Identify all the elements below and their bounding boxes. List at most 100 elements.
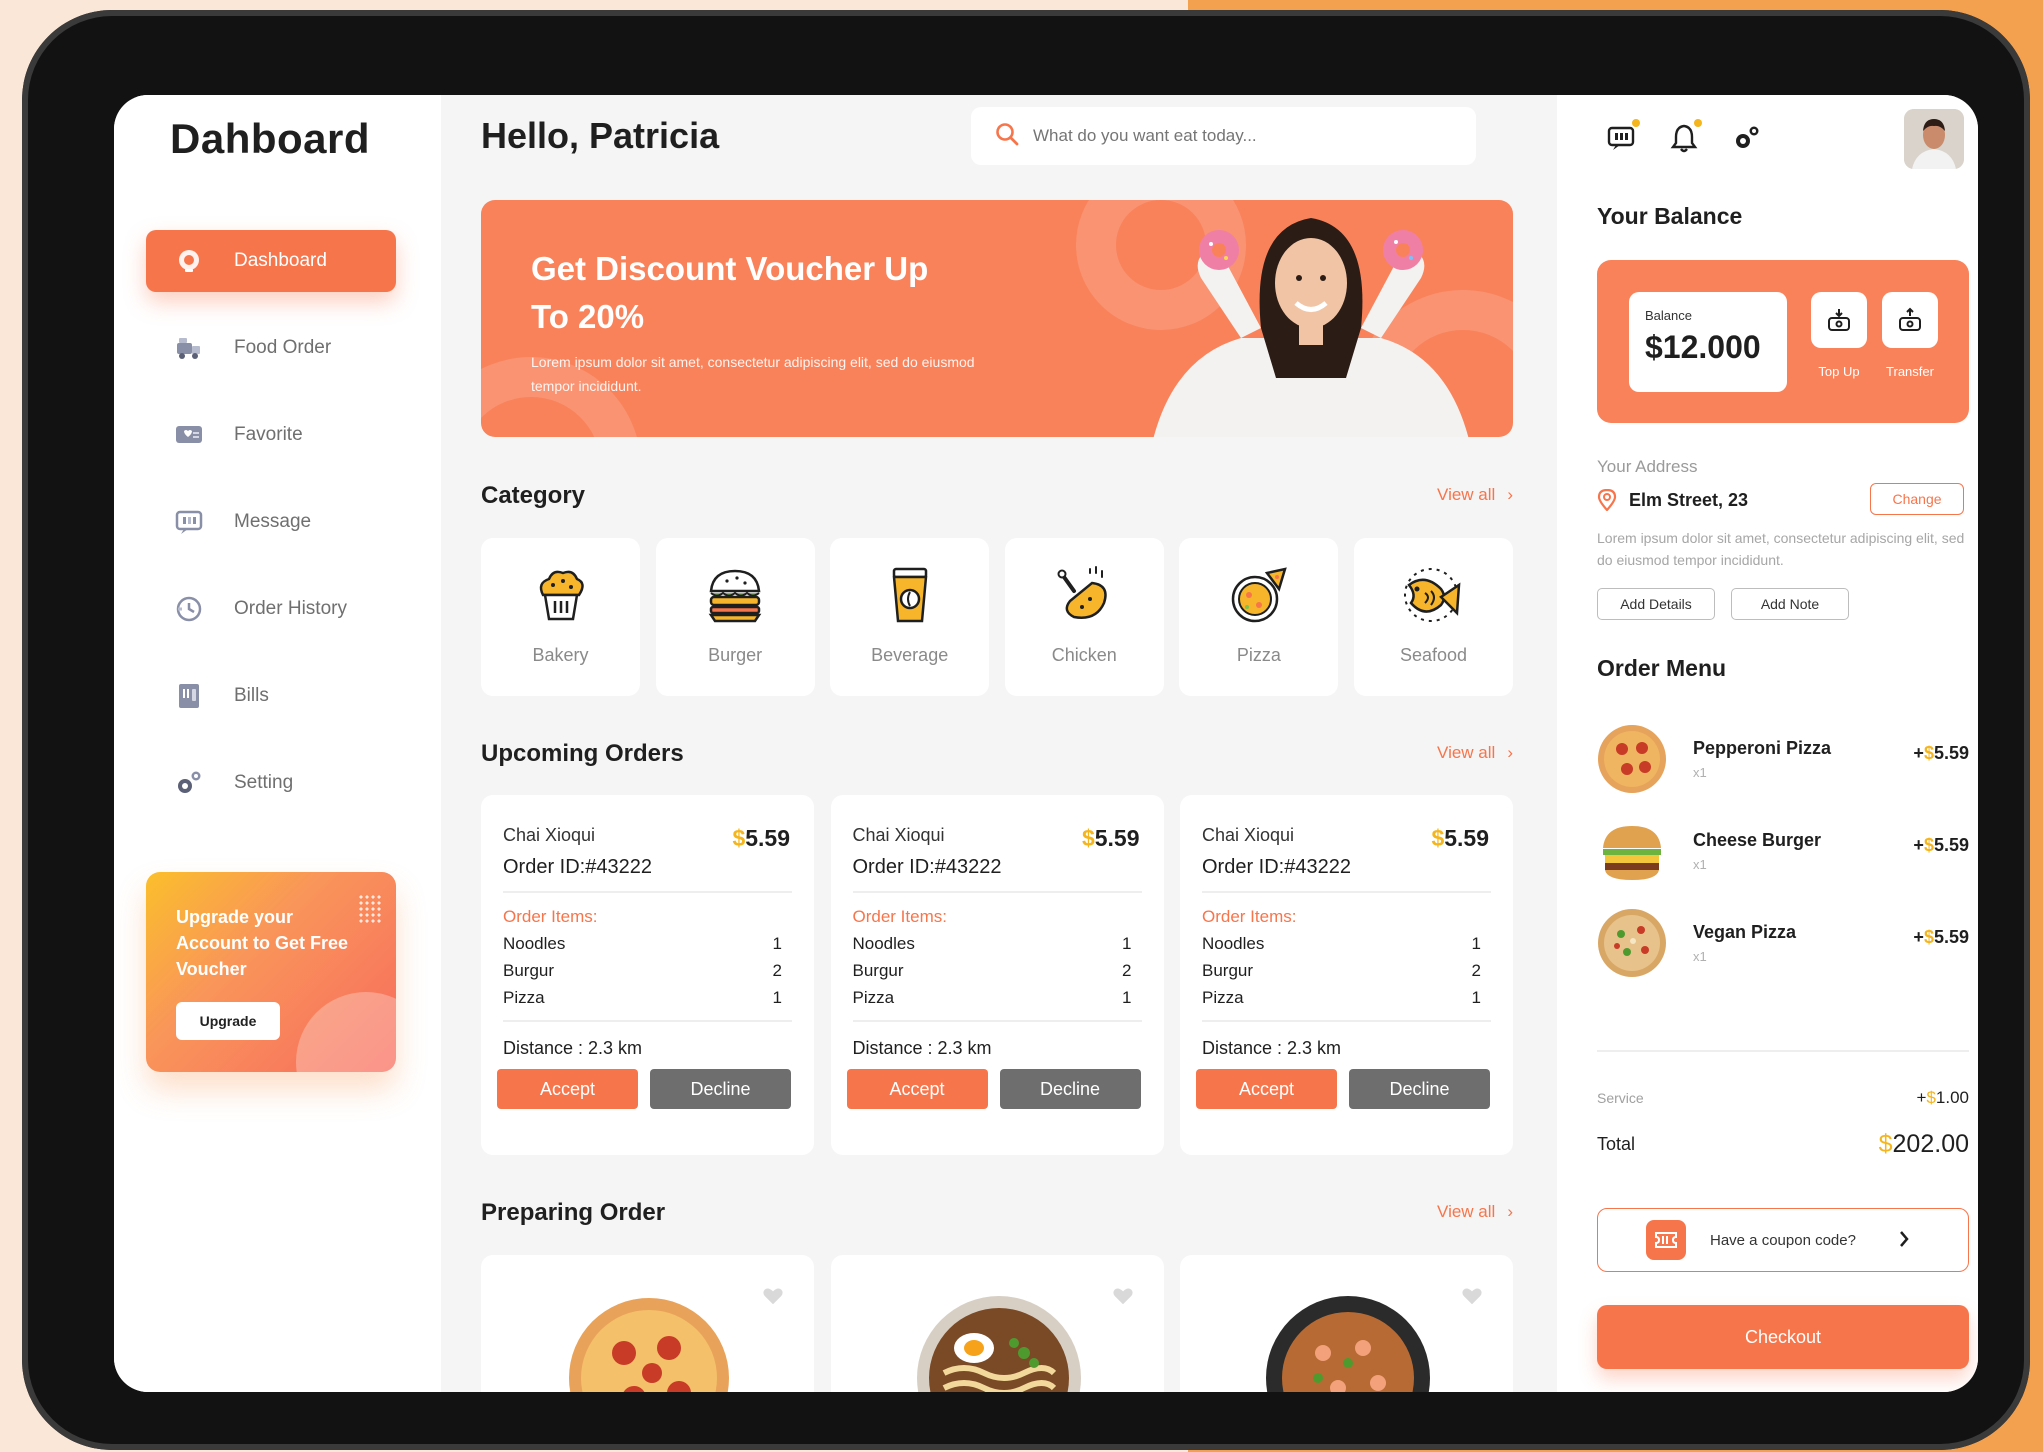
accept-button[interactable]: Accept: [497, 1069, 638, 1109]
accept-button[interactable]: Accept: [1196, 1069, 1337, 1109]
order-card: Chai Xioqui $5.59 Order ID:#43222 Order …: [481, 795, 814, 1155]
category-card-chicken[interactable]: Chicken: [1004, 538, 1164, 696]
banner-subtitle: Lorem ipsum dolor sit amet, consectetur …: [531, 354, 975, 394]
address-description: Lorem ipsum dolor sit amet, consectetur …: [1597, 530, 1965, 568]
change-address-button[interactable]: Change: [1870, 483, 1964, 515]
order-card: Chai Xioqui $5.59 Order ID:#43222 Order …: [1180, 795, 1513, 1155]
gear-icon[interactable]: [1731, 123, 1761, 153]
notification-dot: [1632, 119, 1640, 127]
sidebar-item-message[interactable]: Message: [146, 491, 396, 553]
item-qty: 1: [772, 934, 782, 953]
category-card-burger[interactable]: Burger: [655, 538, 815, 696]
search-input[interactable]: [1033, 126, 1433, 146]
avatar[interactable]: [1904, 109, 1964, 169]
menu-item-qty: x1: [1693, 857, 1707, 872]
burger-icon: [708, 569, 762, 623]
item-name: Noodles: [503, 934, 566, 953]
menu-item[interactable]: Cheese Burger x1 +$5.59: [1597, 805, 1969, 897]
divider: [1597, 1050, 1969, 1052]
order-item-row: Burgur 2: [1202, 961, 1491, 981]
order-price: $5.59: [1082, 825, 1140, 852]
notification-dot: [1694, 119, 1702, 127]
sidebar-item-bills[interactable]: Bills: [146, 665, 396, 727]
sidebar-nav: Dashboard Food Order Favorite Message Or…: [146, 230, 396, 839]
order-distance: Distance : 2.3 km: [852, 1038, 992, 1058]
top-up-button[interactable]: [1811, 292, 1867, 348]
order-actions: Accept Decline: [497, 1069, 792, 1109]
address-text: Elm Street, 23: [1629, 489, 1749, 510]
preparing-order-card[interactable]: [1180, 1255, 1513, 1392]
menu-item[interactable]: Vegan Pizza x1 +$5.59: [1597, 897, 1969, 989]
price-sign: +: [1913, 743, 1924, 763]
order-menu-title: Order Menu: [1597, 655, 1727, 681]
add-details-button[interactable]: Add Details: [1597, 588, 1715, 620]
total-label: Total: [1597, 1134, 1636, 1154]
sidebar-item-food-order[interactable]: Food Order: [146, 317, 396, 379]
chevron-right-icon: ›: [1507, 485, 1513, 504]
upcoming-view-all-link[interactable]: View all ›: [1437, 743, 1513, 763]
preparing-order-list: [481, 1255, 1513, 1392]
menu-item-name: Pepperoni Pizza: [1693, 738, 1832, 758]
sidebar-item-setting[interactable]: Setting: [146, 752, 396, 814]
checkout-button[interactable]: Checkout: [1597, 1305, 1969, 1369]
category-card-bakery[interactable]: Bakery: [481, 538, 640, 696]
search-bar[interactable]: [971, 107, 1476, 165]
preparing-view-all-link[interactable]: View all ›: [1437, 1202, 1513, 1222]
sidebar-item-order-history[interactable]: Order History: [146, 578, 396, 640]
sidebar-item-favorite[interactable]: Favorite: [146, 404, 396, 466]
upgrade-button[interactable]: Upgrade: [176, 1002, 280, 1040]
ramen-dish-image: [916, 1296, 1081, 1392]
address-label: Your Address: [1597, 457, 1698, 476]
main-content: Hello, Patricia Get Discount Voucher Up …: [441, 95, 1557, 1392]
order-price: $5.59: [1431, 825, 1489, 852]
category-card-pizza[interactable]: Pizza: [1179, 538, 1339, 696]
banner-title: Get Discount Voucher Up To 20%: [531, 250, 929, 335]
sidebar-item-label: Message: [234, 511, 312, 532]
price-value: 5.59: [1444, 825, 1489, 851]
discount-banner[interactable]: Get Discount Voucher Up To 20% Lorem ips…: [481, 200, 1513, 437]
bell-icon[interactable]: [1669, 119, 1702, 153]
category-card-beverage[interactable]: Beverage: [830, 538, 990, 696]
currency-symbol: $: [1923, 927, 1934, 947]
menu-item-price: +$5.59: [1913, 927, 1969, 948]
menu-item-name: Vegan Pizza: [1693, 922, 1797, 942]
order-id: Order ID:#43222: [852, 856, 1142, 893]
preparing-order-card[interactable]: [481, 1255, 814, 1392]
pizza-icon: [1231, 567, 1287, 623]
coupon-icon: [1646, 1220, 1686, 1260]
decline-button[interactable]: Decline: [650, 1069, 791, 1109]
currency-symbol: $: [1923, 835, 1934, 855]
message-icon[interactable]: [1607, 119, 1640, 153]
currency-symbol: $: [1926, 1088, 1936, 1107]
heart-icon[interactable]: [762, 1285, 784, 1307]
header-actions: [1607, 119, 1761, 153]
preparing-order-card[interactable]: [830, 1255, 1164, 1392]
add-note-button[interactable]: Add Note: [1731, 588, 1849, 620]
item-name: Burgur: [1202, 961, 1254, 980]
accept-button[interactable]: Accept: [846, 1069, 988, 1109]
price-sign: +: [1913, 927, 1924, 947]
heart-icon[interactable]: [1112, 1285, 1134, 1307]
category-view-all-link[interactable]: View all ›: [1437, 485, 1513, 505]
item-qty: 2: [1122, 961, 1132, 980]
order-item-row: Noodles 1: [503, 934, 792, 954]
balance-value: $12.000: [1645, 329, 1761, 365]
heart-icon[interactable]: [1461, 1285, 1483, 1307]
pizza-dish-image: [569, 1298, 729, 1392]
promo-text: Upgrade your Account to Get Free Voucher: [176, 907, 349, 979]
order-item-row: Pizza 1: [503, 988, 792, 1008]
service-label: Service: [1597, 1090, 1644, 1106]
category-label: Seafood: [1399, 645, 1467, 665]
category-card-seafood[interactable]: Seafood: [1353, 538, 1513, 696]
item-qty: 1: [1122, 934, 1132, 953]
coupon-code-button[interactable]: Have a coupon code?: [1597, 1208, 1969, 1272]
price-value: 1.00: [1935, 1088, 1969, 1107]
transfer-button[interactable]: [1882, 292, 1938, 348]
category-label: Burger: [708, 645, 763, 665]
decline-button[interactable]: Decline: [999, 1069, 1141, 1109]
sidebar-item-dashboard[interactable]: Dashboard: [146, 230, 396, 292]
view-all-label: View all: [1437, 1202, 1496, 1221]
menu-item[interactable]: Pepperoni Pizza x1 +$5.59: [1597, 713, 1969, 805]
noodle-dish-image: [1266, 1296, 1430, 1392]
decline-button[interactable]: Decline: [1349, 1069, 1490, 1109]
